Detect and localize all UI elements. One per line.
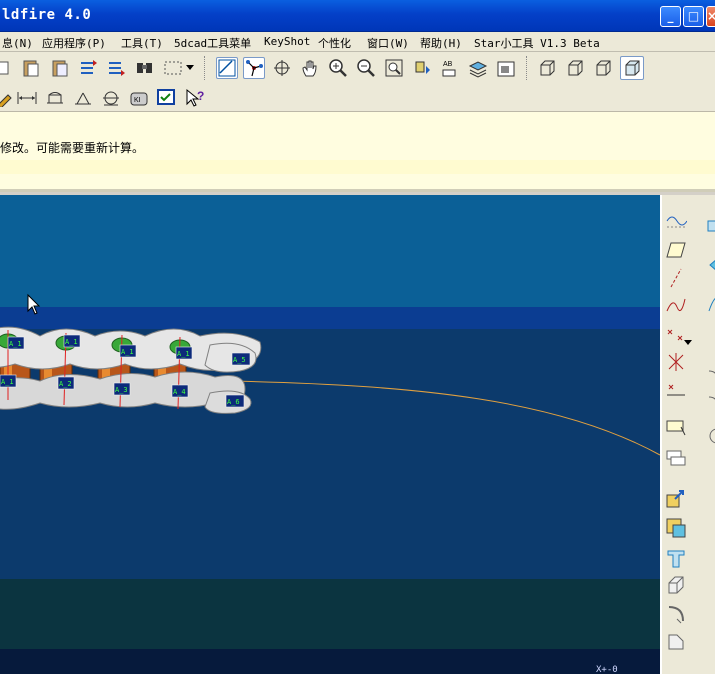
layers-icon[interactable] [467,57,489,79]
pro-e-wildfire-window: ldfire 4.0 _ □ × 息(N) 应用程序(P) 工具(T) 5dca… [0,0,715,674]
datum-curve-icon[interactable] [665,209,688,231]
round-icon[interactable] [665,603,687,625]
secondary-toolbar: KI ? [0,84,715,112]
surface-tool-icon[interactable] [706,295,715,317]
datum-label: A_1 [121,348,134,356]
spin-center-icon[interactable] [271,57,293,79]
datum-label: A_5 [233,356,246,364]
title-bar[interactable]: ldfire 4.0 _ □ × [0,0,715,32]
no-hidden-icon[interactable] [592,57,614,79]
paste-special-icon[interactable] [49,57,71,79]
datum-label: A_3 [115,386,128,394]
menu-window[interactable]: 窗口(W) [367,35,409,51]
svg-text:?: ? [197,89,204,103]
note-icon[interactable] [665,447,687,469]
sketch-curve [229,380,660,456]
refit-icon[interactable] [383,57,405,79]
menu-5dcad[interactable]: 5dcad工具菜单 [174,35,251,51]
analysis-icon[interactable] [72,87,94,109]
analysis-feature-icon[interactable] [665,379,687,401]
menu-personalize[interactable]: 个性化 [318,35,351,51]
svg-text:AB: AB [443,61,453,68]
select-box-icon[interactable] [162,57,184,79]
graphics-viewport[interactable]: A_1 A_1 A_1 A_2 A_1 A_3 A_1 A_4 A_5 A_6 … [0,195,660,674]
chevron-down-icon[interactable] [184,57,196,79]
minimize-button[interactable]: _ [660,6,681,27]
extrude-arrow-icon[interactable] [665,487,687,509]
rib-tool-icon[interactable] [706,425,715,447]
model-info-icon[interactable]: KI [128,87,150,109]
hidden-line-icon[interactable] [564,57,586,79]
chamfer-icon[interactable] [665,631,687,653]
coordinate-readout: X+-0 [596,665,618,674]
menu-tools[interactable]: 工具(T) [121,35,163,51]
annotation-icon[interactable] [665,417,687,439]
blend-icon[interactable] [665,575,687,597]
wireframe-icon[interactable] [536,57,558,79]
zoom-out-icon[interactable] [355,57,377,79]
menu-star-tools[interactable]: Star小工具 V1.3 Beta [474,35,600,51]
regenerate-icon[interactable] [78,57,100,79]
orient-icon[interactable] [411,57,433,79]
datum-label: A_1 [65,338,78,346]
main-toolbar: AB [0,52,715,84]
revolve-icon[interactable] [665,517,687,539]
datum-label: A_1 [1,378,14,386]
window-title: ldfire 4.0 [2,7,92,23]
shading-icon[interactable] [620,56,644,80]
zoom-in-icon[interactable] [327,57,349,79]
datum-label: A_2 [59,380,72,388]
close-button[interactable]: × [706,6,715,27]
maximize-button[interactable]: □ [683,6,704,27]
mouse-cursor-icon [27,293,41,315]
axis-display-icon[interactable] [243,57,265,79]
chain-model[interactable]: A_1 A_1 A_1 A_2 A_1 A_3 A_1 A_4 A_5 A_6 [0,195,660,674]
saved-views-icon[interactable]: AB [439,57,461,79]
datum-label: A_6 [227,398,240,406]
context-help-icon[interactable]: ? [184,87,206,109]
paste-icon[interactable] [20,57,42,79]
sketch-curve-icon[interactable] [665,295,687,317]
plane-tool-icon[interactable] [706,215,715,237]
regen-manager-icon[interactable] [106,57,128,79]
section-icon[interactable] [100,87,122,109]
feature-toolbar [660,195,715,674]
dimension-icon[interactable] [16,87,38,109]
measure-icon[interactable] [44,87,66,109]
view-manager-icon[interactable] [495,57,517,79]
pan-hand-icon[interactable] [299,57,321,79]
solid-tool-icon[interactable] [706,255,715,277]
message-area: 修改。可能需要重新计算。 [0,112,715,192]
datum-label: A_1 [177,350,190,358]
message-line: 修改。可能需要重新计算。 [0,141,145,155]
hole-tool-icon[interactable] [706,365,715,387]
svg-text:KI: KI [134,97,141,104]
coordinate-system-icon[interactable] [665,351,687,373]
shell-tool-icon[interactable] [706,391,715,413]
chevron-down-icon[interactable] [684,331,694,353]
plane-display-icon[interactable] [216,57,238,79]
check-window-icon[interactable] [156,87,178,109]
menu-help[interactable]: 帮助(H) [420,35,462,51]
sweep-icon[interactable] [665,547,687,569]
menu-bar: 息(N) 应用程序(P) 工具(T) 5dcad工具菜单 KeyShot 个性化… [0,32,715,52]
datum-label: A_1 [9,340,22,348]
pencil-icon[interactable] [0,87,16,109]
menu-info[interactable]: 息(N) [2,35,33,51]
find-icon[interactable] [134,57,156,79]
menu-keyshot[interactable]: KeyShot [264,35,310,48]
datum-plane-icon[interactable] [665,239,687,261]
copy-icon[interactable] [0,57,16,79]
menu-applications[interactable]: 应用程序(P) [42,35,106,51]
datum-axis-icon[interactable] [665,267,687,289]
datum-label: A_4 [173,388,186,396]
